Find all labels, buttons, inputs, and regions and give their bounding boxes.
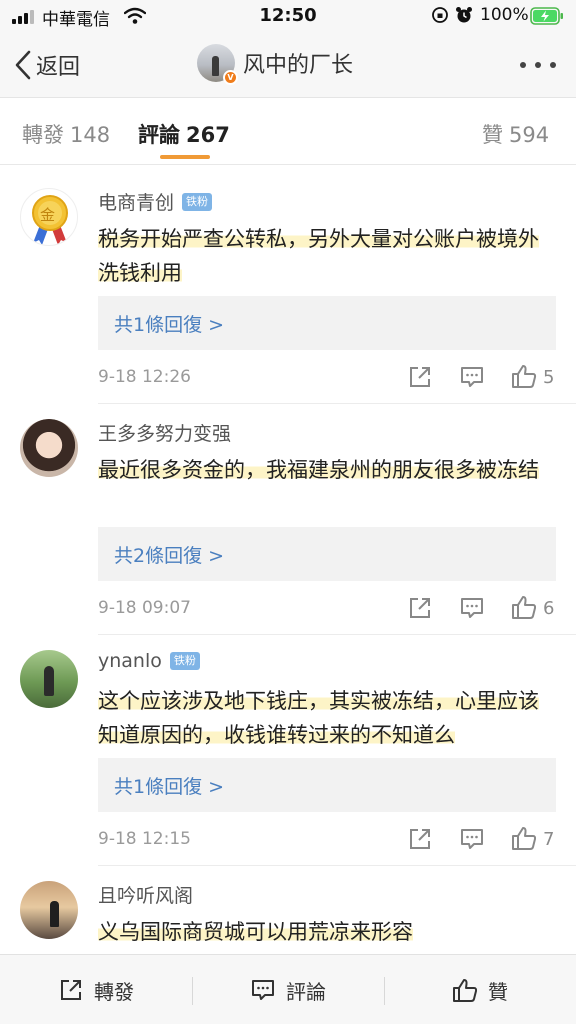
battery-percent: 100% — [480, 5, 529, 25]
nav-bar: 返回 V 风中的厂长 — [0, 32, 576, 98]
user-avatar[interactable] — [20, 650, 78, 708]
replies-label: 共1條回復 > — [114, 314, 225, 336]
repost-button[interactable]: 轉發 — [0, 955, 192, 1024]
repost-icon — [61, 980, 81, 1000]
comment-icon[interactable] — [459, 826, 485, 852]
comment-time: 9-18 12:26 — [98, 367, 191, 387]
back-button[interactable]: 返回 — [14, 48, 80, 82]
thumbs-up-icon[interactable] — [511, 594, 537, 620]
comment-icon — [252, 980, 274, 1000]
comment-divider — [98, 634, 576, 635]
comment-button[interactable]: 評論 — [192, 955, 384, 1024]
comment-text: 税务开始严查公转私，另外大量对公账户被境外洗钱利用 — [98, 227, 539, 285]
verified-badge-icon: V — [223, 70, 238, 85]
repost-icon[interactable] — [407, 595, 433, 621]
orientation-lock-icon — [432, 7, 448, 23]
thumbs-up-icon — [453, 979, 478, 1002]
tab-count: 594 — [509, 123, 550, 147]
comment-text: 义乌国际商贸城可以用荒凉来形容 — [98, 920, 413, 944]
fan-badge: 铁粉 — [182, 192, 213, 211]
more-options-button[interactable] — [520, 62, 556, 70]
status-bar: 中華電信 12:50 100% — [0, 0, 576, 32]
alarm-icon — [456, 7, 472, 23]
user-avatar[interactable] — [20, 881, 78, 939]
comment-icon[interactable] — [459, 595, 485, 621]
comment-author[interactable]: 且吟听风阁 — [98, 881, 193, 908]
like-count: 6 — [543, 598, 555, 619]
tab-likes[interactable]: 贊 594 — [482, 119, 549, 149]
repost-icon[interactable] — [407, 364, 433, 390]
comment-time: 9-18 12:15 — [98, 829, 191, 849]
person-figure-icon — [50, 901, 59, 927]
tab-label: 贊 — [482, 123, 503, 147]
tab-bar: 轉發 148 評論 267 贊 594 — [0, 99, 576, 165]
dot-icon — [550, 62, 556, 68]
page-title: 风中的厂长 — [243, 53, 354, 78]
comment-author[interactable]: 电商青创 铁粉 — [98, 188, 213, 215]
chevron-left-icon — [15, 50, 31, 80]
person-figure-icon — [212, 56, 219, 76]
author-name: 电商青创 — [98, 192, 175, 214]
replies-label: 共2條回復 > — [114, 545, 225, 567]
repost-icon[interactable] — [407, 826, 433, 852]
like-count: 5 — [543, 367, 555, 388]
author-avatar[interactable]: V — [197, 44, 238, 85]
author-name: ynanlo — [98, 650, 162, 672]
bottom-action-bar: 轉發 評論 贊 — [0, 954, 576, 1024]
fan-badge: 铁粉 — [169, 652, 200, 670]
tab-count: 267 — [186, 123, 230, 147]
user-avatar[interactable]: 金 — [20, 188, 78, 246]
tab-reposts[interactable]: 轉發 148 — [22, 119, 110, 149]
dot-icon — [535, 62, 541, 68]
comment-time: 9-18 09:07 — [98, 598, 191, 618]
comment-divider — [98, 403, 576, 404]
thumbs-up-icon[interactable] — [511, 825, 537, 851]
tab-label: 轉發 — [22, 123, 64, 147]
back-label: 返回 — [36, 55, 81, 80]
person-figure-icon — [44, 666, 54, 696]
like-button[interactable]: 贊 — [384, 955, 576, 1024]
author-name: 王多多努力变强 — [98, 423, 232, 445]
comment-label: 評論 — [286, 979, 326, 1004]
view-replies-button[interactable]: 共2條回復 > — [98, 527, 556, 581]
replies-label: 共1條回復 > — [114, 776, 225, 798]
comment-text: 最近很多资金的，我福建泉州的朋友很多被冻结 — [98, 458, 539, 482]
medal-text: 金 — [40, 206, 56, 224]
view-replies-button[interactable]: 共1條回復 > — [98, 758, 556, 812]
battery-charging-icon — [530, 7, 563, 25]
user-avatar[interactable] — [20, 419, 78, 477]
author-name: 且吟听风阁 — [98, 885, 194, 907]
comment-icon[interactable] — [459, 364, 485, 390]
like-label: 贊 — [488, 979, 508, 1004]
dot-icon — [520, 62, 526, 68]
comment-author[interactable]: 王多多努力变强 — [98, 419, 231, 446]
active-tab-indicator — [160, 155, 210, 159]
post-author[interactable]: V 风中的厂长 — [197, 44, 354, 85]
thumbs-up-icon[interactable] — [511, 363, 537, 389]
like-count: 7 — [543, 829, 555, 850]
view-replies-button[interactable]: 共1條回復 > — [98, 296, 556, 350]
comment-text: 这个应该涉及地下钱庄，其实被冻结，心里应该知道原因的，收钱谁转过来的不知道么 — [98, 689, 539, 747]
comment-divider — [98, 865, 576, 866]
tab-label: 評論 — [138, 123, 180, 147]
tab-count: 148 — [70, 123, 111, 147]
tab-comments[interactable]: 評論 267 — [138, 119, 230, 149]
repost-label: 轉發 — [94, 979, 134, 1004]
comment-author[interactable]: ynanlo 铁粉 — [98, 650, 200, 672]
